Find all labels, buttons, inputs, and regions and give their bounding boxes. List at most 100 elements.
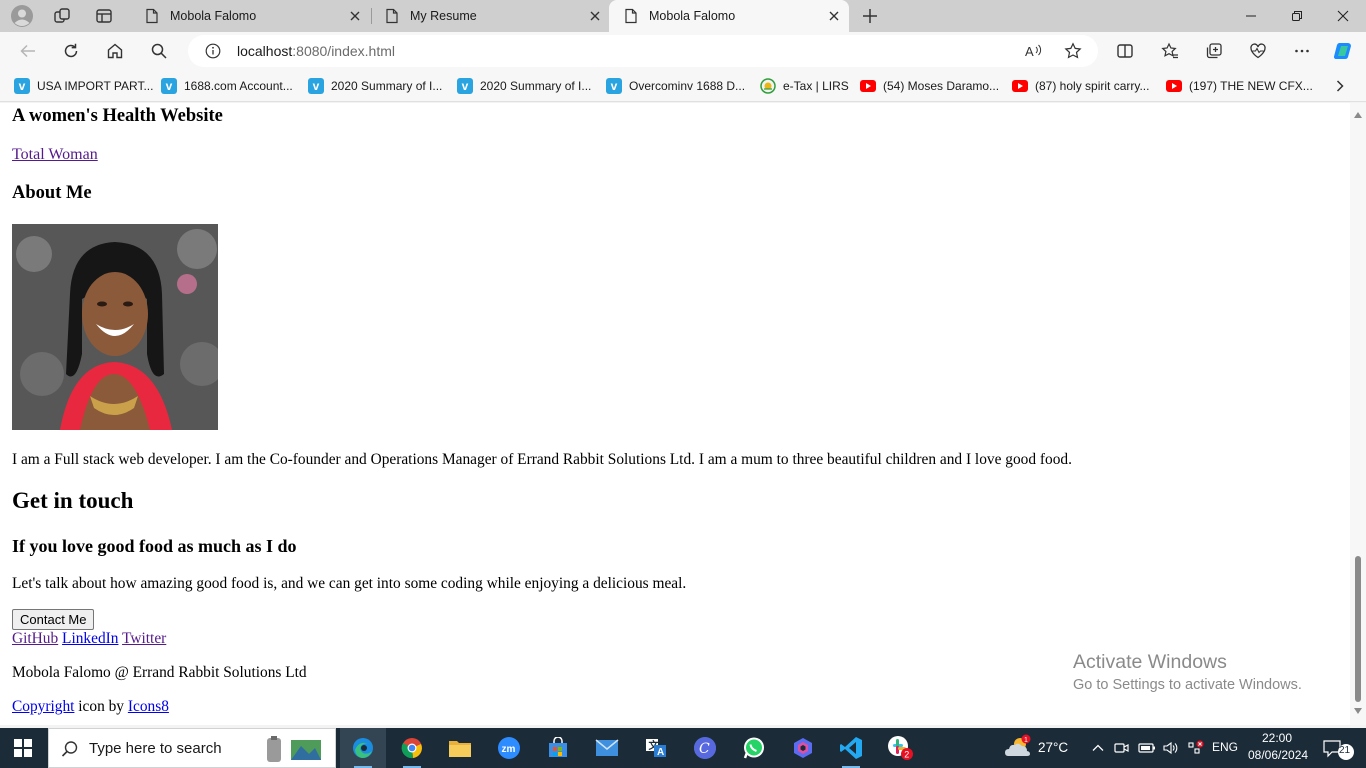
language-indicator[interactable]: ENG [1212,740,1238,754]
copyright-link[interactable]: Copyright [12,698,74,715]
taskbar-slack[interactable]: 2 [877,728,923,768]
settings-menu-button[interactable] [1288,37,1316,65]
meet-now-tray[interactable] [1114,740,1130,759]
tab-1[interactable]: Mobola Falomo [130,0,370,32]
tab-3-active[interactable]: Mobola Falomo [609,0,849,32]
search-highlight-icon[interactable] [261,734,327,764]
collections-icon [1206,43,1222,59]
collections-button[interactable] [1200,37,1228,65]
youtube-icon [860,80,876,92]
scroll-down-icon[interactable] [1354,708,1362,714]
back-button[interactable] [14,37,42,65]
bookmark-item[interactable]: (54) Moses Daramo... [860,77,999,95]
contact-text: Let's talk about how amazing good food i… [12,575,687,592]
slack-badge: 2 [904,750,909,760]
contact-me-button[interactable]: Contact Me [12,609,95,630]
battery-tray[interactable] [1138,740,1156,759]
taskbar-store[interactable] [535,728,581,768]
taskbar-whatsapp[interactable] [731,728,777,768]
zoom-icon: zm [498,737,520,759]
camera-icon [1114,743,1129,753]
chrome-icon [401,738,422,759]
page-icon [386,8,398,24]
close-icon[interactable] [348,9,362,23]
more-bookmarks-button[interactable] [1334,77,1346,95]
taskbar-search[interactable]: Type here to search [48,728,336,768]
scroll-up-icon[interactable] [1354,112,1362,118]
profile-button[interactable] [8,4,36,28]
taskbar-file-explorer[interactable] [437,728,483,768]
address-bar[interactable]: localhost:8080/index.html A [188,35,1098,67]
taskbar-teams-meeting[interactable]: 文A [633,728,679,768]
site-heading: A women's Health Website [12,106,223,126]
url-text[interactable]: localhost:8080/index.html [237,43,395,59]
bookmark-item[interactable]: e-Tax | LIRS [760,77,849,95]
search-button[interactable] [145,37,173,65]
bookmark-item[interactable]: v 2020 Summary of I... [308,77,442,95]
close-icon[interactable] [827,9,841,23]
taskbar-vscode[interactable] [828,728,874,768]
more-options-icon [1295,49,1309,53]
bookmark-item[interactable]: v Overcominv 1688 D... [606,77,745,95]
home-icon [107,43,123,59]
taskbar-zoom[interactable]: zm [486,728,532,768]
minimize-button[interactable] [1228,0,1274,32]
split-screen-button[interactable] [1111,37,1139,65]
bookmark-item[interactable]: v 1688.com Account... [161,77,293,95]
favorites-icon [1161,42,1178,59]
total-woman-link[interactable]: Total Woman [12,146,98,163]
taskbar-mail[interactable] [584,728,630,768]
weather-badge: 1 [1024,737,1028,744]
close-icon [1337,10,1349,22]
clock[interactable]: 22:00 08/06/2024 [1248,731,1309,762]
copilot-button[interactable] [1329,37,1357,65]
start-button[interactable] [0,728,46,768]
search-icon [61,741,78,757]
slack-icon: 2 [888,736,913,760]
home-button[interactable] [101,37,129,65]
favorites-button[interactable] [1156,37,1184,65]
tab-actions-button[interactable] [90,4,118,28]
contact-subheading: If you love good food as much as I do [12,536,297,556]
star-icon[interactable] [1064,42,1082,60]
copyright-text: icon by [74,698,128,715]
restore-button[interactable] [1274,0,1320,32]
weather-temperature[interactable]: 27°C [1038,740,1068,755]
taskbar-canva[interactable]: C [682,728,728,768]
clock-date: 08/06/2024 [1248,748,1309,762]
show-hidden-icons-button[interactable] [1092,742,1104,757]
plus-icon [863,9,877,23]
taskbar-chrome[interactable] [389,728,435,768]
taskbar-edge[interactable] [340,728,386,768]
new-tab-button[interactable] [856,4,884,28]
bookmark-item[interactable]: v 2020 Summary of I... [457,77,591,95]
bookmark-label: USA IMPORT PART... [37,79,154,93]
scrollbar-thumb[interactable] [1355,556,1361,702]
workspaces-button[interactable] [48,4,76,28]
read-aloud-icon[interactable]: A [1024,42,1042,60]
refresh-button[interactable] [57,37,85,65]
bookmark-item[interactable]: v USA IMPORT PART... [14,77,153,95]
page-viewport: A women's Health Website Total Woman Abo… [0,103,1366,725]
watermark-title: Activate Windows [1073,651,1227,673]
whatsapp-icon [743,737,764,759]
twitter-link[interactable]: Twitter [122,630,166,647]
info-icon[interactable] [205,43,221,59]
bookmark-item[interactable]: (197) THE NEW CFX... [1166,77,1313,95]
linkedin-link[interactable]: LinkedIn [62,630,118,647]
browser-essentials-button[interactable] [1244,37,1272,65]
close-icon[interactable] [588,9,602,23]
vertical-scrollbar[interactable] [1350,103,1366,725]
notifications-button[interactable]: 21 [1322,738,1358,763]
volume-tray[interactable] [1162,740,1178,759]
icons8-link[interactable]: Icons8 [128,698,169,715]
tab-actions-icon [96,9,112,23]
weather-widget[interactable]: 1 [1003,734,1033,765]
bookmark-item[interactable]: (87) holy spirit carry... [1012,77,1149,95]
svg-text:A: A [1025,44,1034,59]
close-window-button[interactable] [1320,0,1366,32]
github-link[interactable]: GitHub [12,630,58,647]
network-tray[interactable] [1186,740,1204,759]
taskbar-copilot[interactable] [780,728,826,768]
tab-2[interactable]: My Resume [370,0,610,32]
